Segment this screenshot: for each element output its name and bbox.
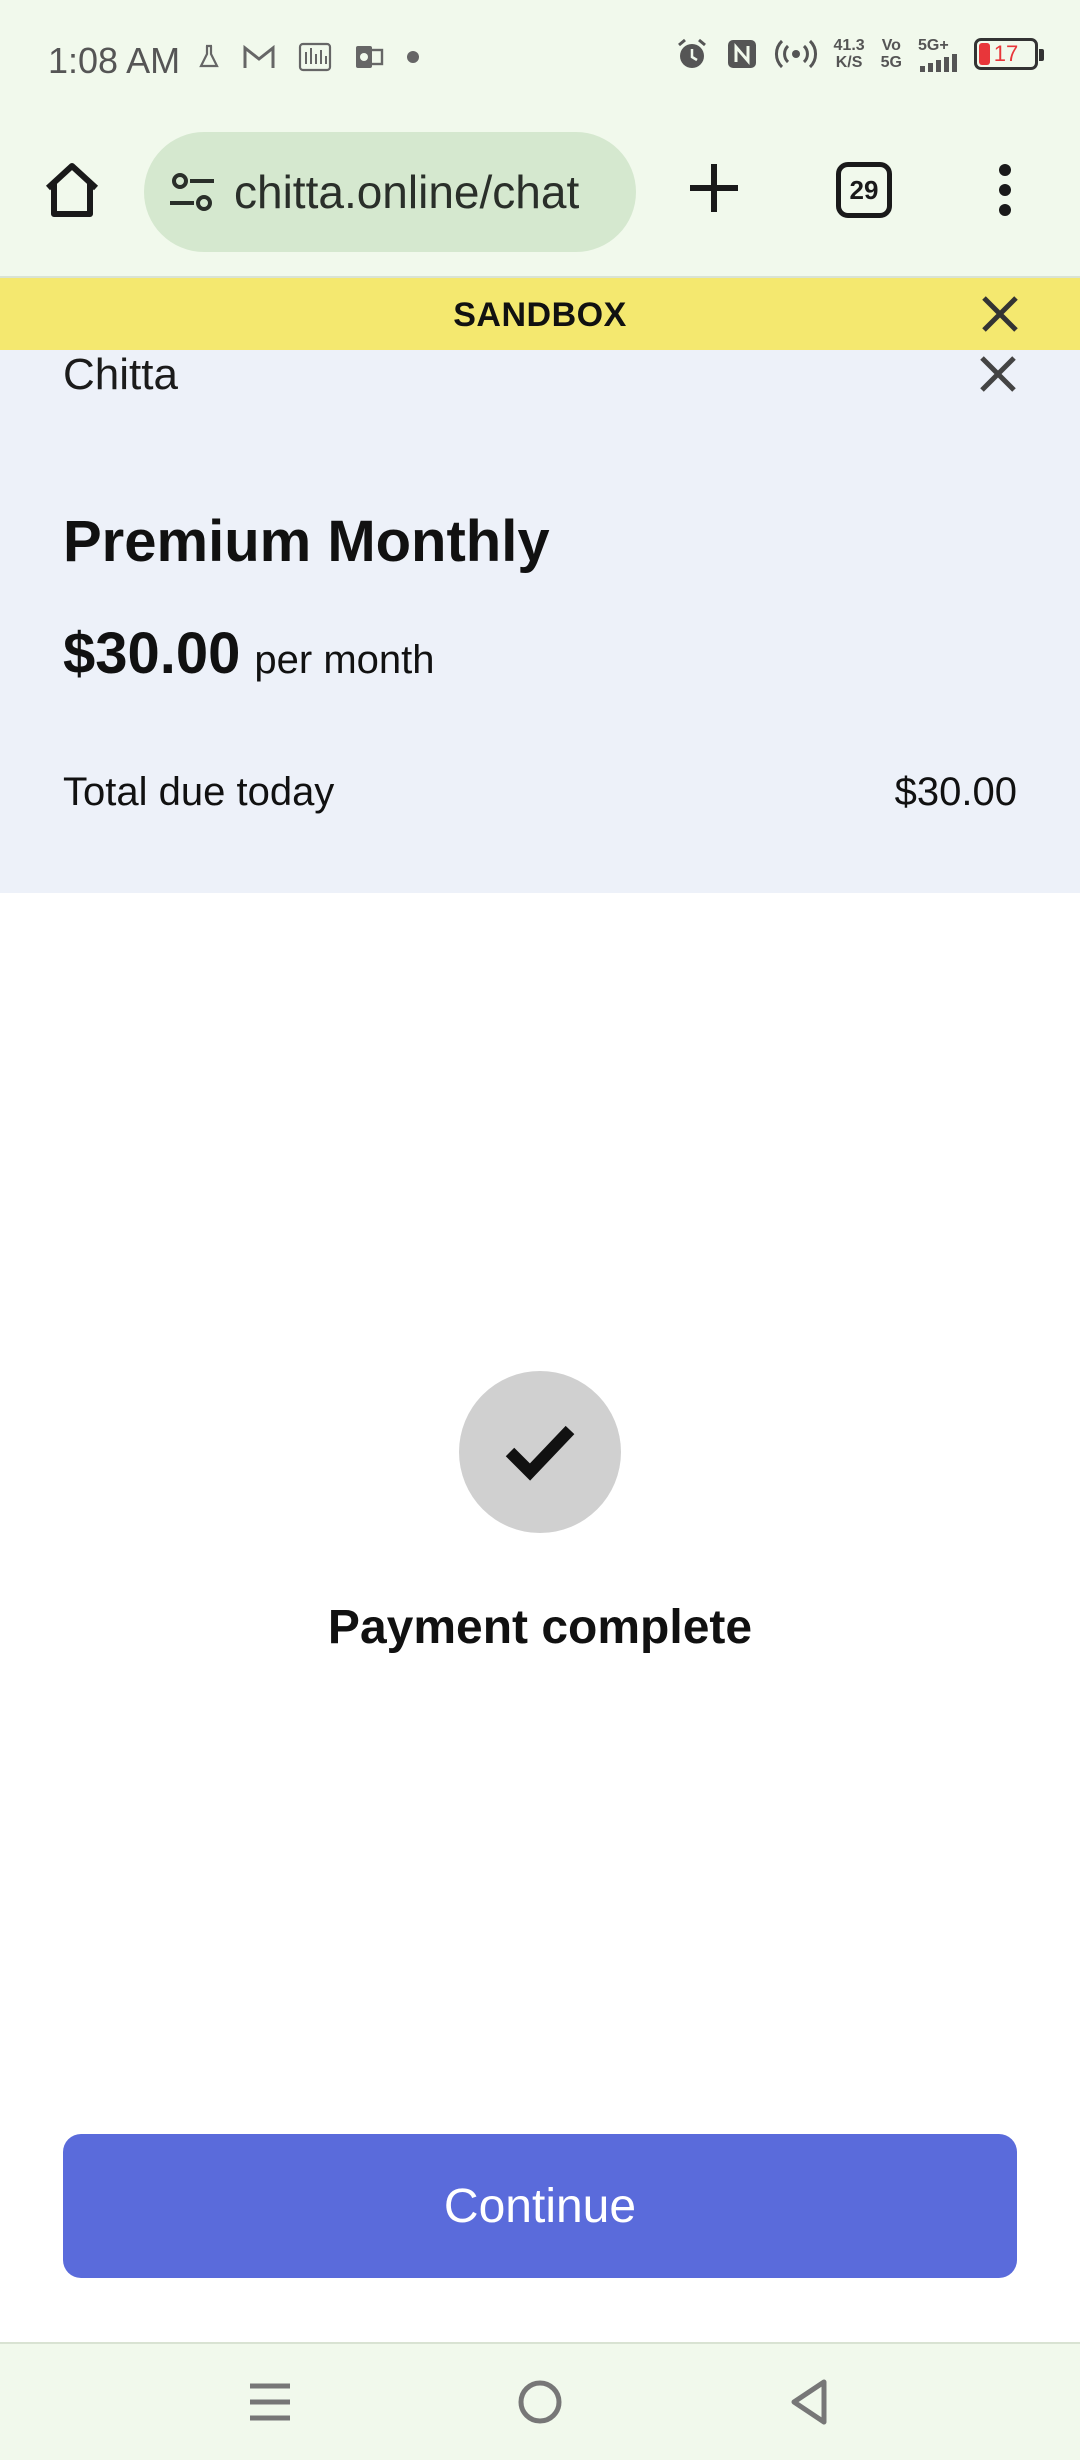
sandbox-banner: SANDBOX — [0, 278, 1080, 350]
network-speed: 41.3 K/S — [833, 37, 865, 71]
outlook-icon — [356, 46, 384, 68]
volte-indicator: Vo 5G — [880, 37, 902, 71]
sandbox-label: SANDBOX — [453, 296, 627, 334]
gmail-icon — [243, 44, 275, 68]
chart-icon — [298, 42, 332, 72]
more-vert-icon[interactable] — [990, 158, 1020, 222]
site-settings-icon[interactable] — [166, 166, 218, 218]
notification-icons — [198, 42, 420, 72]
signal-icon — [920, 53, 957, 72]
price-row: $30.00 per month — [63, 620, 435, 687]
dot-icon — [407, 51, 419, 63]
total-due-value: $30.00 — [894, 770, 1017, 814]
recents-icon[interactable] — [240, 2372, 300, 2432]
success-badge — [459, 1371, 621, 1533]
navigation-bar — [0, 2342, 1080, 2460]
tab-count: 29 — [849, 174, 879, 205]
close-icon[interactable] — [980, 294, 1020, 334]
battery-level: 17 — [993, 41, 1019, 66]
flask-icon — [199, 44, 219, 68]
close-icon[interactable] — [978, 354, 1018, 394]
total-due-label: Total due today — [63, 770, 335, 814]
plus-icon[interactable] — [684, 158, 744, 218]
tabs-icon[interactable]: 29 — [836, 162, 892, 218]
alarm-icon — [677, 38, 706, 68]
order-summary: Chitta Premium Monthly $30.00 per month … — [0, 350, 1080, 893]
checkmark-icon — [505, 1425, 575, 1481]
home-circle-icon[interactable] — [510, 2372, 570, 2432]
plan-name: Premium Monthly — [63, 509, 550, 574]
battery-icon: 17 — [974, 38, 1044, 70]
billing-period: per month — [254, 638, 435, 682]
address-bar[interactable]: chitta.online/chat — [144, 132, 636, 252]
back-icon[interactable] — [780, 2372, 840, 2432]
plan-price: $30.00 — [63, 621, 241, 686]
browser-toolbar: chitta.online/chat 29 — [0, 120, 1080, 278]
hotspot-icon — [774, 39, 817, 69]
status-time: 1:08 AM — [48, 40, 181, 81]
network-type: 5G+ — [918, 37, 958, 72]
url-text: chitta.online/chat — [234, 166, 580, 218]
status-bar: 1:08 AM 41.3 K/S Vo 5G 5G+ 17 — [0, 0, 1080, 120]
merchant-name: Chitta — [63, 350, 178, 399]
home-icon[interactable] — [40, 158, 104, 222]
nfc-icon — [727, 40, 756, 68]
system-status-icons: 41.3 K/S Vo 5G 5G+ 17 — [674, 36, 1044, 72]
payment-status: Payment complete — [327, 1601, 753, 1654]
continue-button[interactable]: Continue — [63, 2134, 1017, 2278]
